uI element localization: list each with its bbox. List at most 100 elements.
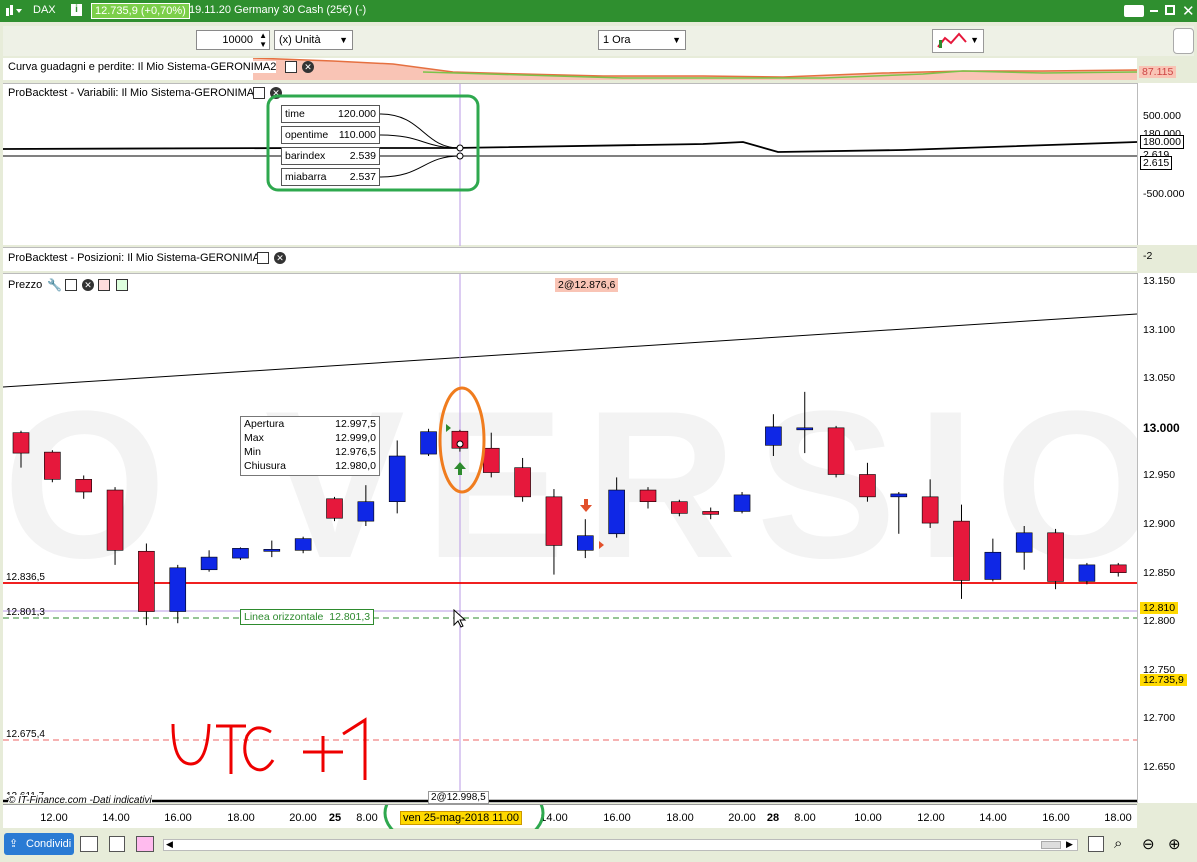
variable-name: miabarra (285, 171, 327, 183)
ohlc-key: Chiusura (244, 460, 287, 472)
candle-body[interactable] (232, 548, 249, 559)
x-tick-label: 28 (766, 812, 780, 824)
y-tick-label: 13.000 (1143, 420, 1180, 435)
candle-body[interactable] (733, 494, 751, 512)
timeframe-select[interactable]: 1 Ora ▼ (598, 30, 686, 50)
indicator-tools-button[interactable]: ▼ (932, 29, 984, 53)
unit-select[interactable]: (x) Unità ▼ (274, 30, 353, 50)
list-icon[interactable] (109, 836, 125, 852)
candle-body[interactable] (827, 427, 845, 475)
equity-panel: Curva guadagni e perdite: Il Mio Sistema… (3, 58, 1137, 80)
variable-readout: time 120.000 (281, 105, 380, 123)
scroll-thumb[interactable] (1041, 841, 1061, 849)
stepper-icon[interactable]: ▲ ▼ (259, 31, 267, 49)
candle-body[interactable] (420, 431, 437, 455)
candle-body[interactable] (263, 549, 281, 552)
wrench-icon[interactable]: 🔧 (47, 278, 62, 292)
price-badge-red: 12.810 (1140, 602, 1179, 614)
candle-body[interactable] (545, 496, 563, 546)
maximize-icon[interactable] (285, 61, 297, 73)
price-panel: O VERSIO Prezzo 🔧 ✕ 2@12.876,6 Apertura 1… (3, 273, 1137, 803)
x-tick-label: 16.00 (164, 812, 192, 824)
sell-icon[interactable] (98, 279, 110, 291)
candle-body[interactable] (890, 493, 908, 498)
maximize-icon[interactable] (1165, 5, 1175, 15)
horizontal-scrollbar[interactable]: ◀ ▶ (163, 839, 1078, 851)
symbol-label[interactable]: DAX (33, 4, 56, 16)
variable-value: 2.539 (349, 150, 376, 162)
candle-body[interactable] (294, 538, 312, 551)
maximize-icon[interactable] (257, 252, 269, 264)
autoscale-icon[interactable] (1088, 836, 1104, 852)
variable-name: barindex (285, 150, 326, 162)
candle-body[interactable] (984, 551, 1002, 580)
candle-body[interactable] (608, 489, 625, 535)
info-icon[interactable]: i (71, 4, 82, 16)
candle-body[interactable] (138, 550, 155, 612)
zoom-in-icon[interactable]: ⊕ (1168, 835, 1181, 853)
x-tick-label: 18.00 (227, 812, 255, 824)
candle-body[interactable] (576, 535, 594, 551)
candle-body[interactable] (357, 501, 375, 522)
maximize-icon[interactable] (65, 279, 77, 291)
side-panel-toggle[interactable] (1173, 28, 1194, 54)
candle-body[interactable] (326, 498, 343, 519)
candle-body[interactable] (169, 567, 187, 612)
candle-body[interactable] (44, 451, 61, 480)
candle-body[interactable] (106, 489, 124, 551)
candle-body[interactable] (75, 479, 92, 493)
ohlc-row: Apertura 12.997,5 (244, 418, 376, 432)
close-icon[interactable]: ✕ (274, 252, 286, 264)
minimize-icon[interactable] (1150, 10, 1158, 12)
chevron-down-icon: ▼ (970, 35, 979, 45)
x-axis: 12.00 14.00 16.00 18.00 20.00 25 8.00 ven 25-ma… (3, 791, 1137, 829)
zoom-fit-icon[interactable]: ⌕ (1114, 835, 1122, 852)
quantity-input[interactable]: 10000 ▲ ▼ (196, 30, 270, 50)
candle-body[interactable] (514, 467, 531, 498)
zoom-out-icon[interactable]: ⊖ (1142, 835, 1155, 853)
chart-type-icon[interactable] (5, 4, 23, 21)
candle-body[interactable] (12, 432, 30, 454)
candle-body[interactable] (921, 496, 939, 524)
variable-value: 110.000 (338, 129, 376, 141)
close-icon[interactable]: ✕ (82, 279, 94, 291)
chevron-down-icon: ▼ (672, 35, 681, 45)
candle-body[interactable] (702, 511, 720, 515)
candle-body[interactable] (671, 501, 688, 514)
candle-body[interactable] (639, 489, 657, 502)
source-text: © IT-Finance.com -Dati indicativi (8, 795, 152, 803)
candle-body[interactable] (482, 447, 500, 473)
level-label: 12.675,4 (6, 729, 45, 740)
price-panel-label: Prezzo (8, 279, 43, 291)
keyboard-icon[interactable] (1124, 5, 1144, 17)
share-button[interactable]: ⇪ Condividi (4, 833, 74, 855)
candle-body[interactable] (388, 455, 406, 503)
chart-settings-icon[interactable] (136, 836, 154, 852)
candle-body[interactable] (1078, 564, 1096, 582)
price-scale[interactable]: 13.150 13.100 13.050 13.000 12.950 12.900 12.8… (1137, 273, 1197, 803)
candle-body[interactable] (953, 520, 970, 581)
candle-body[interactable] (859, 474, 876, 498)
y-tick-label: 12.950 (1143, 469, 1176, 482)
candle-body[interactable] (796, 427, 814, 431)
close-icon[interactable]: ✕ (1182, 2, 1195, 20)
close-icon[interactable]: ✕ (302, 61, 314, 73)
x-tick-label: 8.00 (356, 812, 378, 824)
indicator-icon[interactable] (80, 836, 98, 852)
scroll-right-icon[interactable]: ▶ (1066, 839, 1073, 850)
candle-body[interactable] (1047, 532, 1064, 582)
y-tick-label: 12.700 (1143, 712, 1176, 725)
scale-label: 500.000 (1143, 110, 1181, 122)
scale-badge: 2.615 (1140, 156, 1173, 170)
level-label: 12.801,3 (6, 607, 45, 618)
candle-body[interactable] (1109, 564, 1127, 573)
candle-body[interactable] (200, 556, 218, 571)
candle-body[interactable] (1015, 532, 1033, 553)
scroll-left-icon[interactable]: ◀ (166, 839, 173, 850)
x-tick-label: 14.00 (102, 812, 130, 824)
x-tick-label: 14.00 (540, 812, 568, 824)
buy-icon[interactable] (116, 279, 128, 291)
hline-label[interactable]: Linea orizzontale 12.801,3 (240, 609, 375, 625)
candle-body[interactable] (765, 426, 782, 446)
variable-value: 2.537 (349, 171, 376, 183)
